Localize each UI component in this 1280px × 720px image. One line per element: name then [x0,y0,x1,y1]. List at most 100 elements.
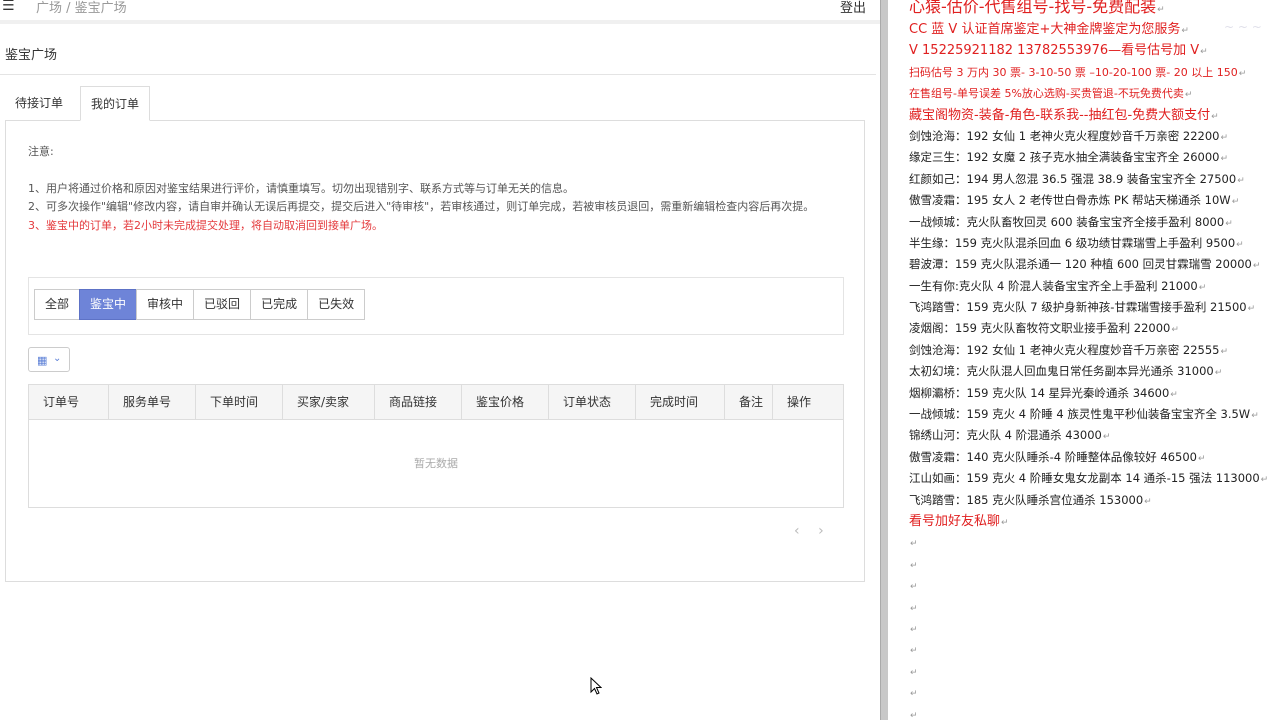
paragraph-mark-icon: ↵ [1247,304,1256,315]
paragraph-mark-icon: ↵ [1001,517,1009,528]
menu-icon[interactable]: ☰ [2,0,15,14]
document-line: 半生缘：159 克火队混杀回血 6 级功绩甘霖瑞雪上手盈利 9500↵ [909,233,1279,254]
empty-paragraph: ↵ [909,618,1279,639]
document-body: 心猿-估价-代售组号-找号-免费配装↵ CC 蓝 V 认证首席鉴定+大神金牌鉴定为… [909,0,1279,720]
notice-item-1: 1、用户将通过价格和原因对鉴宝结果进行评价，请慎重填写。切勿出现错别字、联系方式… [28,181,574,195]
paragraph-mark-icon: ↵ [1220,346,1229,357]
document-line: 剑蚀沧海：192 女仙 1 老神火克火程度妙音千万亲密 22200↵ [909,126,1279,147]
top-bar: ☰ 广场 / 鉴宝广场 登出 [0,0,880,20]
paragraph-mark-icon: ↵ [1171,325,1179,336]
empty-paragraph: ↵ [909,704,1279,720]
notice-item-3: 3、鉴宝中的订单，若2小时未完成提交处理，将自动取消回到接单广场。 [28,218,383,232]
document-line: 烟柳灞桥：159 克火队 14 星异光秦岭通杀 34600↵ [909,383,1279,404]
document-line: 一战倾城：克火队畜牧回灵 600 装备宝宝齐全接手盈利 8000↵ [909,212,1279,233]
paragraph-mark-icon: ↵ [1184,90,1193,101]
document-line-text: 剑蚀沧海：192 女仙 1 老神火克火程度妙音千万亲密 22555 [909,342,1220,357]
document-line: 傲雪凌霜：195 女人 2 老传世白骨赤炼 PK 帮站天梯通杀 10W↵ [909,190,1279,211]
document-line-text: 一战倾城：159 克火 4 阶睡 4 族灵性鬼平秒仙装备宝宝齐全 3.5W [909,407,1251,422]
document-line-text: 碧波潭：159 克火队混杀通一 120 种植 600 回灵甘霖瑞雪 20000 [909,257,1252,272]
document-line-text: 傲雪凌霜：195 女人 2 老传世白骨赤炼 PK 帮站天梯通杀 10W [909,193,1231,208]
filter-reviewing-button[interactable]: 审核中 [136,289,195,320]
document-line: 扫码估号 3 万内 30 票- 3-10-50 票 –10-20-100 票- … [909,62,1279,83]
paragraph-mark-icon: ↵ [910,646,918,657]
document-line-text: 一生有你:克火队 4 阶混人装备宝宝齐全上手盈利 21000 [909,278,1198,293]
tab-pending-orders[interactable]: 待接订单 [5,86,73,121]
empty-paragraph: ↵ [909,597,1279,618]
document-line-text: V 15225921182 13782553976—看号估号加 V [909,43,1200,59]
paragraph-mark-icon: ↵ [1181,26,1189,36]
empty-paragraph: ↵ [909,639,1279,660]
document-line-text: 烟柳灞桥：159 克火队 14 星异光秦岭通杀 34600 [909,385,1170,400]
window-splitter[interactable] [880,0,888,720]
empty-state: 暂无数据 [414,457,458,470]
paragraph-mark-icon: ↵ [1170,389,1178,400]
paragraph-mark-icon: ↵ [1260,475,1269,486]
table-header: 订单号 服务单号 下单时间 买家/卖家 商品链接 鉴宝价格 订单状态 完成时间 … [29,385,843,420]
paragraph-mark-icon: ↵ [1252,261,1261,272]
empty-paragraph: ↵ [909,682,1279,703]
document-line: 缘定三生：192 女魔 2 孩子克水抽全满装备宝宝齐全 26000↵ [909,147,1279,168]
document-line: 在售组号-单号误差 5%放心选购-买贵管退-不玩免费代卖↵ [909,83,1279,104]
document-line-text: 在售组号-单号误差 5%放心选购-买贵管退-不玩免费代卖 [909,87,1184,101]
document-line-text: 半生缘：159 克火队混杀回血 6 级功绩甘霖瑞雪上手盈利 9500 [909,235,1236,250]
column-header: 下单时间 [196,385,283,419]
notice-heading: 注意: [28,145,54,158]
empty-paragraph: ↵ [909,532,1279,553]
filter-expired-button[interactable]: 已失效 [307,289,366,320]
paragraph-mark-icon: ↵ [910,560,918,571]
paragraph-mark-icon: ↵ [910,689,918,700]
document-line: V 15225921182 13782553976—看号估号加 V↵ [909,40,1279,61]
filter-appraising-button[interactable]: 鉴宝中 [79,289,138,320]
document-line-text: 扫码估号 3 万内 30 票- 3-10-50 票 –10-20-100 票- … [909,65,1238,79]
paragraph-mark-icon: ↵ [910,710,918,720]
document-line-text: 江山如画：159 克火 4 阶睡女鬼女龙副本 14 通杀-15 强法 11300… [909,471,1260,486]
paragraph-mark-icon: ↵ [1197,453,1206,464]
filter-completed-button[interactable]: 已完成 [250,289,309,320]
logout-link[interactable]: 登出 [840,0,866,16]
column-header: 完成时间 [636,385,725,419]
document-line: 飞鸿踏雪：185 克火队睡杀宫位通杀 153000↵ [909,490,1279,511]
document-line: 一战倾城：159 克火 4 阶睡 4 族灵性鬼平秒仙装备宝宝齐全 3.5W↵ [909,404,1279,425]
prev-page-button[interactable]: ‹ [794,523,800,539]
paragraph-mark-icon: ↵ [910,603,918,614]
divider [0,74,876,75]
document-line: 红颜如己：194 男人忽混 36.5 强混 38.9 装备宝宝齐全 27500↵ [909,169,1279,190]
tab-my-orders[interactable]: 我的订单 [80,86,151,121]
paragraph-mark-icon: ↵ [910,539,918,550]
paragraph-mark-icon: ↵ [1236,239,1244,250]
document-line-text: 缘定三生：192 女魔 2 孩子克水抽全满装备宝宝齐全 26000 [909,150,1220,165]
breadcrumb: 广场 / 鉴宝广场 [36,1,127,16]
mouse-cursor-icon [590,677,602,695]
document-line: 剑蚀沧海：192 女仙 1 老神火克火程度妙音千万亲密 22555↵ [909,340,1279,361]
document-line: 心猿-估价-代售组号-找号-免费配装↵ [909,0,1279,19]
paragraph-mark-icon: ↵ [1157,5,1165,15]
column-header: 买家/卖家 [283,385,375,419]
orders-table: 订单号 服务单号 下单时间 买家/卖家 商品链接 鉴宝价格 订单状态 完成时间 … [28,384,844,508]
paragraph-mark-icon: ↵ [1198,282,1207,293]
watermark: ~ ~ ~ [1224,20,1262,34]
paragraph-mark-icon: ↵ [1211,111,1219,122]
document-line-text: 红颜如己：194 男人忽混 36.5 强混 38.9 装备宝宝齐全 27500 [909,171,1237,186]
document-line: 看号加好友私聊↵ [909,511,1279,532]
filter-all-button[interactable]: 全部 [34,289,81,320]
notice-item-2: 2、可多次操作"编辑"修改内容，请自审并确认无误后再提交，提交后进入"待审核"，… [28,200,815,213]
column-header: 服务单号 [109,385,196,419]
document-line: 凌烟阁：159 克火队畜牧符文职业接手盈利 22000↵ [909,318,1279,339]
column-header: 操作 [787,395,812,409]
orders-panel: 注意: 1、用户将通过价格和原因对鉴宝结果进行评价，请慎重填写。切勿出现错别字、… [5,120,865,582]
document-line-text: CC 蓝 V 认证首席鉴定+大神金牌鉴定为您服务 [909,22,1181,37]
column-header: 订单号 [29,385,109,419]
document-line-text: 心猿-估价-代售组号-找号-免费配装 [909,0,1157,16]
column-header: 鉴宝价格 [462,385,549,419]
paragraph-mark-icon: ↵ [1102,432,1111,443]
document-line-text: 飞鸿踏雪：185 克火队睡杀宫位通杀 153000 [909,492,1144,507]
document-pane: 心猿-估价-代售组号-找号-免费配装↵ CC 蓝 V 认证首席鉴定+大神金牌鉴定为… [888,0,1280,720]
column-toggle-button[interactable]: ▦ ⌄ [28,347,70,372]
filter-rejected-button[interactable]: 已驳回 [193,289,252,320]
document-line-text: 锦绣山河：克火队 4 阶混通杀 43000 [909,428,1102,443]
paragraph-mark-icon: ↵ [1214,368,1223,379]
next-page-button[interactable]: › [818,523,824,539]
paragraph-mark-icon: ↵ [1238,68,1247,79]
document-line-text: 傲雪凌霜：140 克火队睡杀-4 阶睡整体品像较好 46500 [909,449,1197,464]
paragraph-mark-icon: ↵ [1220,132,1229,143]
